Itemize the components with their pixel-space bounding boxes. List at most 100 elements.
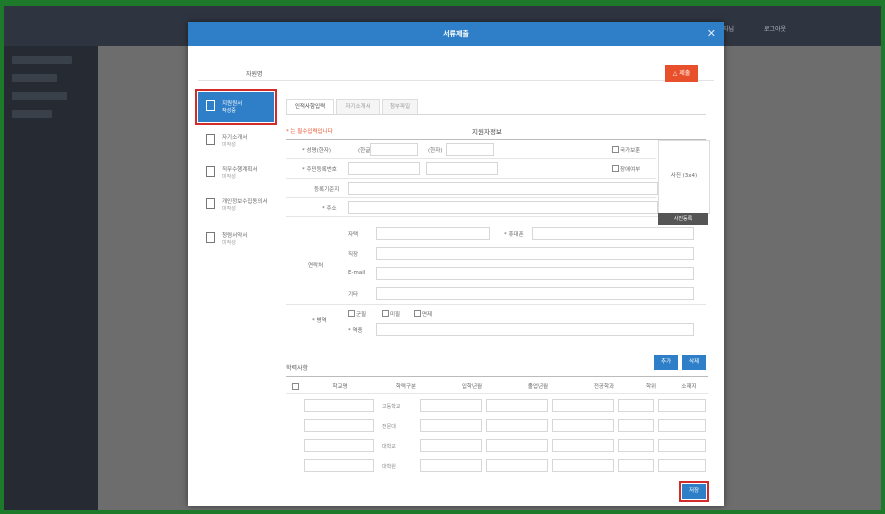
- step-integrity-pledge[interactable]: 청렴서약서 미작성: [198, 224, 274, 254]
- add-row-button[interactable]: 추가: [654, 355, 678, 370]
- address-input[interactable]: [348, 201, 658, 214]
- step-title: 청렴서약서: [222, 233, 248, 239]
- row-divider: [286, 178, 656, 179]
- disability-checkbox[interactable]: [612, 165, 619, 172]
- school-name-input[interactable]: [304, 419, 374, 432]
- step-status: 미작성: [222, 240, 236, 246]
- nav-item[interactable]: [12, 110, 52, 118]
- photo-upload-button[interactable]: 사진등록: [658, 213, 708, 225]
- document-stepper: 지원원서 작성중 자기소개서 미작성 직무수행계획서 미작성 개인정보수집동의서…: [195, 89, 277, 262]
- resident-number-label: * 주민등록번호: [302, 167, 337, 173]
- close-icon[interactable]: ✕: [707, 27, 716, 40]
- row-divider: [286, 216, 706, 217]
- step-self-introduction[interactable]: 자기소개서 미작성: [198, 126, 274, 156]
- degree-input[interactable]: [618, 439, 654, 452]
- degree-select[interactable]: 전문대: [382, 423, 396, 430]
- school-name-input[interactable]: [304, 439, 374, 452]
- column-header: 전공학과: [593, 384, 615, 390]
- nav-item[interactable]: [12, 56, 72, 64]
- step-title: 개인정보수집동의서: [222, 199, 268, 205]
- education-table: 학교명 학력구분 입학년월 졸업년월 전공학과 학위 소재지 고등학교 전문대 …: [286, 376, 708, 477]
- step-application-form[interactable]: 지원원서 작성중: [195, 89, 277, 125]
- military-option-checkbox[interactable]: [348, 310, 355, 317]
- military-option-label: 면제: [422, 312, 433, 318]
- row-divider: [286, 304, 706, 305]
- military-option-checkbox[interactable]: [382, 310, 389, 317]
- location-input[interactable]: [658, 439, 706, 452]
- location-input[interactable]: [658, 399, 706, 412]
- applicant-name-label: 자원명: [246, 71, 263, 78]
- entry-date-input[interactable]: [420, 439, 482, 452]
- degree-input[interactable]: [618, 419, 654, 432]
- entry-date-input[interactable]: [420, 399, 482, 412]
- column-header: 소재지: [681, 384, 697, 390]
- app-frame: 관리자님 로그아웃 서류제출 ✕ 자원명 △ 제출 지원원서 작성중 자기소개서…: [4, 6, 881, 510]
- school-name-input[interactable]: [304, 459, 374, 472]
- step-title: 직무수행계획서: [222, 167, 258, 173]
- left-navigation: [4, 46, 98, 510]
- major-input[interactable]: [552, 419, 614, 432]
- required-note: * 는 필수입력입니다: [286, 129, 333, 135]
- education-title: 학력사항: [286, 365, 309, 372]
- step-privacy-consent[interactable]: 개인정보수집동의서 미작성: [198, 190, 274, 220]
- delete-row-button[interactable]: 삭제: [682, 355, 706, 370]
- entry-date-input[interactable]: [420, 419, 482, 432]
- photo-label: 사진 (3x4): [670, 173, 698, 179]
- graduation-date-input[interactable]: [486, 419, 548, 432]
- other-contact-input[interactable]: [376, 287, 694, 300]
- military-option-checkbox[interactable]: [414, 310, 421, 317]
- graduation-date-input[interactable]: [486, 459, 548, 472]
- location-input[interactable]: [658, 459, 706, 472]
- tab-divider: [286, 114, 706, 115]
- major-input[interactable]: [552, 439, 614, 452]
- resident-number-back-input[interactable]: [426, 162, 498, 175]
- name-hanja-input[interactable]: [446, 143, 494, 156]
- graduation-date-input[interactable]: [486, 439, 548, 452]
- save-button[interactable]: 저장: [679, 481, 709, 502]
- step-status: 미작성: [222, 142, 236, 148]
- office-phone-label: 직장: [348, 252, 359, 258]
- select-all-checkbox[interactable]: [292, 383, 299, 390]
- email-input[interactable]: [376, 267, 694, 280]
- document-icon: [206, 166, 215, 177]
- home-phone-input[interactable]: [376, 227, 490, 240]
- modal-title: 서류제출: [443, 30, 469, 38]
- logout-link[interactable]: 로그아웃: [764, 24, 786, 33]
- military-type-label: * 역종: [348, 328, 363, 334]
- nav-item[interactable]: [12, 74, 57, 82]
- step-status: 작성중: [222, 108, 236, 114]
- degree-input[interactable]: [618, 399, 654, 412]
- location-input[interactable]: [658, 419, 706, 432]
- home-phone-label: 자택: [348, 232, 359, 238]
- tab-attachments[interactable]: 첨부파일: [382, 99, 418, 115]
- submit-button[interactable]: △ 제출: [665, 65, 698, 82]
- office-phone-input[interactable]: [376, 247, 694, 260]
- disability-label: 장애여부: [620, 167, 641, 173]
- section-title: 지원자정보: [472, 128, 502, 136]
- step-job-plan[interactable]: 직무수행계획서 미작성: [198, 158, 274, 188]
- major-input[interactable]: [552, 399, 614, 412]
- military-type-input[interactable]: [376, 323, 694, 336]
- mobile-label: * 휴대폰: [504, 232, 524, 238]
- nav-item[interactable]: [12, 92, 67, 100]
- name-hangul-input[interactable]: [370, 143, 418, 156]
- degree-select[interactable]: 대학교: [382, 443, 396, 450]
- veteran-checkbox[interactable]: [612, 146, 619, 153]
- entry-date-input[interactable]: [420, 459, 482, 472]
- column-header: 학력구분: [395, 384, 417, 390]
- registration-label: 등록기준지: [314, 187, 340, 193]
- resident-number-front-input[interactable]: [348, 162, 420, 175]
- edit-icon: [206, 232, 215, 243]
- registration-input[interactable]: [348, 182, 658, 195]
- school-name-input[interactable]: [304, 399, 374, 412]
- degree-input[interactable]: [618, 459, 654, 472]
- tab-personal-info[interactable]: 인적사항입력: [286, 99, 334, 115]
- other-contact-label: 기타: [348, 292, 359, 298]
- graduation-date-input[interactable]: [486, 399, 548, 412]
- mobile-input[interactable]: [532, 227, 694, 240]
- tab-self-introduction[interactable]: 자기소개서: [336, 99, 380, 115]
- degree-select[interactable]: 고등학교: [382, 403, 400, 410]
- document-icon: [206, 100, 215, 111]
- major-input[interactable]: [552, 459, 614, 472]
- degree-select[interactable]: 대학원: [382, 463, 396, 470]
